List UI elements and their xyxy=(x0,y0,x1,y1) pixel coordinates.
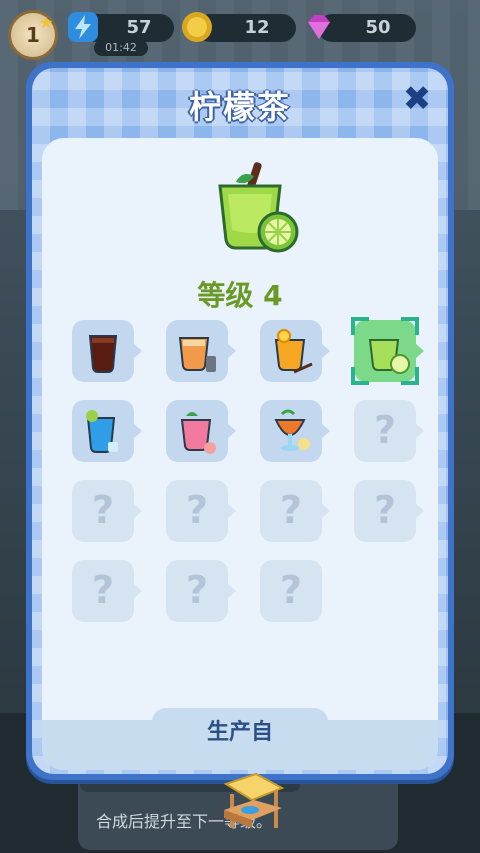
chain-arrow xyxy=(415,423,424,439)
chain-arrow xyxy=(133,423,142,439)
pink-smoothie-icon xyxy=(180,412,216,454)
energy-bolt-icon xyxy=(68,12,98,42)
chain-item-blue-drink[interactable] xyxy=(72,400,142,462)
selection-corner xyxy=(351,317,369,335)
chain-arrow xyxy=(227,343,236,359)
close-button[interactable]: ✖ xyxy=(400,82,434,116)
player-level-badge[interactable]: ★ 1 xyxy=(8,10,58,60)
top-hud: ★ 1 57 01:42 12 50 xyxy=(0,0,480,60)
chain-item-locked[interactable]: ? xyxy=(260,560,322,622)
chain-arrow xyxy=(321,423,330,439)
chain-arrow xyxy=(415,343,424,359)
chain-item-locked[interactable]: ? xyxy=(166,480,236,542)
item-info-modal: 柠檬茶 ✖ 等级 4 ? ? ? ? ? ? ? ? 生产自 xyxy=(26,62,454,828)
orange-juice-glass-icon xyxy=(274,329,313,374)
drink-stall-icon[interactable] xyxy=(216,770,288,834)
chain-item-iced-tea[interactable] xyxy=(166,320,236,382)
chain-item-locked[interactable]: ? xyxy=(72,480,142,542)
modal-title: 柠檬茶 xyxy=(188,88,291,126)
lime-tea-hero-icon xyxy=(218,162,299,253)
blue-drink-icon xyxy=(86,410,118,453)
player-level-number: 1 xyxy=(26,23,40,47)
chain-item-pink-smoothie[interactable] xyxy=(166,400,236,462)
chain-item-orange-juice[interactable] xyxy=(260,320,330,382)
chain-arrow xyxy=(321,343,330,359)
chain-item-lime-tea-current[interactable] xyxy=(351,317,424,385)
source-label: 生产自 xyxy=(206,720,273,745)
question-mark-icon: ? xyxy=(279,568,303,612)
question-mark-icon: ? xyxy=(373,408,397,452)
gem-icon xyxy=(308,15,330,39)
question-mark-icon: ? xyxy=(373,488,397,532)
energy-timer: 01:42 xyxy=(94,40,148,56)
question-mark-icon: ? xyxy=(185,568,209,612)
chain-item-locked[interactable]: ? xyxy=(166,560,236,622)
cola-glass-icon xyxy=(88,335,118,373)
chain-arrow xyxy=(133,503,142,519)
chain-arrow xyxy=(227,423,236,439)
chain-item-locked[interactable]: ? xyxy=(354,480,424,542)
selection-corner xyxy=(401,367,419,385)
chain-arrow xyxy=(227,503,236,519)
gem-value: 50 xyxy=(365,17,391,38)
iced-tea-glass-icon xyxy=(178,337,216,372)
coin-icon xyxy=(182,12,212,42)
selection-corner xyxy=(351,367,369,385)
selection-corner xyxy=(401,317,419,335)
chain-item-locked[interactable]: ? xyxy=(72,560,142,622)
chain-arrow xyxy=(415,503,424,519)
modal-panel: 等级 4 ? ? ? ? ? ? ? ? 生产自 xyxy=(42,138,438,828)
question-mark-icon: ? xyxy=(185,488,209,532)
chain-item-tropical-cocktail[interactable] xyxy=(260,400,330,462)
chain-arrow xyxy=(133,343,142,359)
chain-arrow xyxy=(227,583,236,599)
question-mark-icon: ? xyxy=(279,488,303,532)
coin-value: 12 xyxy=(244,17,270,38)
modal-frame: 柠檬茶 ✖ 等级 4 ? ? ? ? ? ? ? ? 生产自 xyxy=(32,68,448,828)
close-icon: ✖ xyxy=(402,79,432,119)
question-mark-icon: ? xyxy=(91,568,115,612)
chain-item-locked[interactable]: ? xyxy=(354,400,424,462)
chain-item-cola[interactable] xyxy=(72,320,142,382)
chain-item-locked[interactable]: ? xyxy=(260,480,330,542)
energy-value: 57 xyxy=(126,17,152,38)
chain-arrow xyxy=(321,503,330,519)
question-mark-icon: ? xyxy=(91,488,115,532)
item-level-label: 等级 4 xyxy=(197,279,283,312)
tropical-cocktail-icon xyxy=(274,409,310,451)
chain-arrow xyxy=(133,583,142,599)
